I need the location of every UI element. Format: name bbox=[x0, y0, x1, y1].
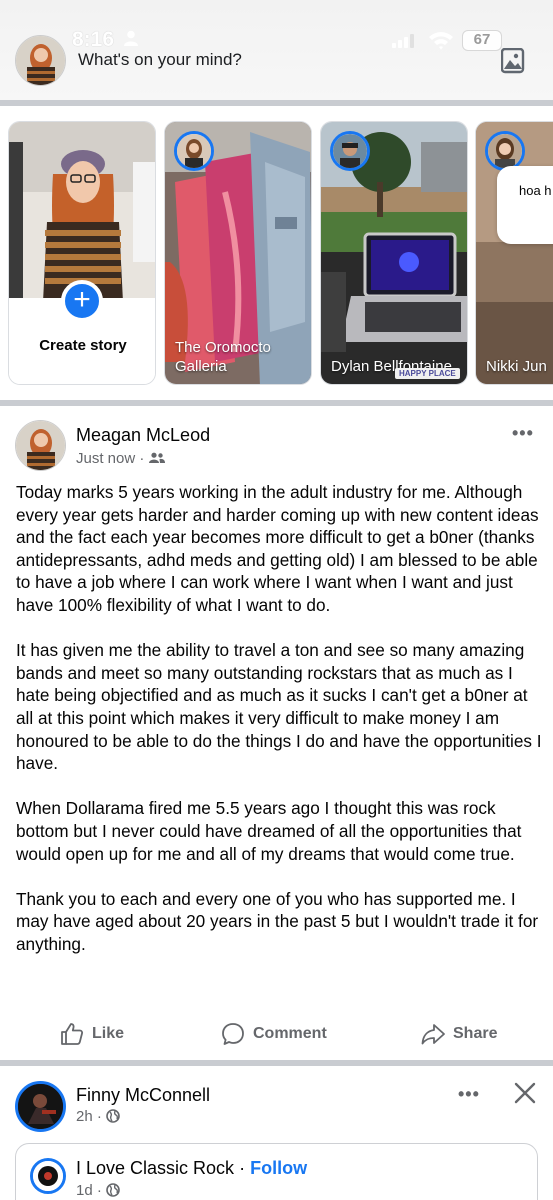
post-paragraph: It has given me the ability to travel a … bbox=[16, 640, 542, 774]
avatar-photo bbox=[33, 1161, 63, 1191]
shared-page-name[interactable]: I Love Classic Rock bbox=[76, 1158, 234, 1178]
thumbs-up-icon bbox=[61, 1023, 84, 1045]
close-icon[interactable] bbox=[513, 1081, 537, 1105]
story-card[interactable]: The Oromocto Galleria bbox=[164, 121, 312, 385]
whats-on-your-mind-input[interactable]: What's on your mind? bbox=[78, 50, 242, 70]
avatar-photo bbox=[16, 36, 65, 85]
top-bar: 8:16 67 What's on your mind? bbox=[0, 0, 553, 100]
post-meta: Just now · bbox=[76, 450, 165, 467]
title-separator: · bbox=[239, 1158, 246, 1178]
next-post-timestamp[interactable]: 2h bbox=[76, 1108, 93, 1125]
story-card[interactable]: Dylan Bellfontaine HAPPY PLACE bbox=[320, 121, 468, 385]
create-story-photo bbox=[9, 122, 155, 302]
create-story-label: Create story bbox=[39, 337, 127, 354]
cellular-signal-icon bbox=[392, 34, 414, 48]
stories-tray: + Create story The Oromocto Galleria Dyl… bbox=[0, 106, 553, 400]
story-avatar bbox=[174, 131, 214, 171]
meta-dot: · bbox=[96, 1182, 107, 1199]
comment-bubble-icon bbox=[222, 1023, 244, 1045]
post-paragraph: Today marks 5 years working in the adult… bbox=[16, 482, 539, 615]
meta-dot: · bbox=[96, 1108, 107, 1125]
story-avatar bbox=[330, 131, 370, 171]
like-label: Like bbox=[92, 1025, 125, 1042]
follow-button[interactable]: Follow bbox=[250, 1158, 307, 1178]
post-paragraph: Thank you to each and every one of you w… bbox=[16, 888, 539, 954]
post-author-avatar[interactable] bbox=[15, 420, 66, 471]
post-more-options-icon[interactable]: ••• bbox=[512, 423, 534, 444]
next-post-more-options-icon[interactable]: ••• bbox=[458, 1084, 480, 1105]
meta-dot: · bbox=[139, 450, 149, 467]
section-divider bbox=[0, 1060, 553, 1066]
section-divider bbox=[0, 400, 553, 406]
like-button[interactable]: Like bbox=[60, 1022, 124, 1046]
shared-page-card[interactable]: I Love Classic Rock · Follow 1d · bbox=[15, 1143, 538, 1200]
comment-button[interactable]: Comment bbox=[221, 1022, 327, 1046]
story-name: The Oromocto Galleria bbox=[175, 339, 271, 375]
story-text-bubble: hoa h hoa bbox=[497, 166, 553, 244]
shared-page-title: I Love Classic Rock · Follow bbox=[76, 1158, 307, 1179]
public-globe-icon[interactable] bbox=[106, 1183, 120, 1197]
next-post-author-avatar[interactable] bbox=[15, 1081, 66, 1132]
photo-icon[interactable] bbox=[501, 48, 525, 74]
story-avatar bbox=[485, 131, 525, 171]
shared-page-timestamp[interactable]: 1d bbox=[76, 1182, 93, 1199]
happy-place-sticker: HAPPY PLACE bbox=[395, 368, 460, 379]
post-text: Today marks 5 years working in the adult… bbox=[16, 481, 544, 978]
add-story-plus-icon[interactable]: + bbox=[61, 280, 103, 322]
shared-page-avatar[interactable] bbox=[30, 1158, 66, 1194]
share-button[interactable]: Share bbox=[421, 1022, 497, 1046]
post-action-bar: Like Comment Share bbox=[0, 1018, 553, 1054]
post-paragraph: When Dollarama fired me 5.5 years ago I … bbox=[16, 798, 522, 864]
avatar-photo bbox=[16, 421, 65, 470]
next-post-meta: 2h · bbox=[76, 1108, 120, 1125]
avatar-photo bbox=[18, 1084, 63, 1129]
next-post-author-name[interactable]: Finny McConnell bbox=[76, 1085, 210, 1106]
share-arrow-icon bbox=[421, 1024, 445, 1045]
shared-page-meta: 1d · bbox=[76, 1182, 120, 1199]
share-label: Share bbox=[453, 1025, 498, 1042]
profile-avatar[interactable] bbox=[15, 35, 66, 86]
status-time: 8:16 bbox=[72, 28, 115, 51]
post-timestamp[interactable]: Just now bbox=[76, 450, 135, 467]
wifi-icon bbox=[429, 32, 453, 50]
story-name: Nikki Jun bbox=[486, 358, 547, 375]
story-card[interactable]: Nikki Jun bbox=[475, 121, 553, 385]
comment-label: Comment bbox=[253, 1025, 327, 1042]
battery-indicator: 67 bbox=[462, 30, 502, 51]
post-author-name[interactable]: Meagan McLeod bbox=[76, 425, 210, 446]
create-story-card[interactable]: + Create story bbox=[8, 121, 156, 385]
public-globe-icon[interactable] bbox=[106, 1109, 120, 1123]
friends-audience-icon[interactable] bbox=[148, 452, 165, 464]
focus-person-icon bbox=[124, 30, 138, 46]
